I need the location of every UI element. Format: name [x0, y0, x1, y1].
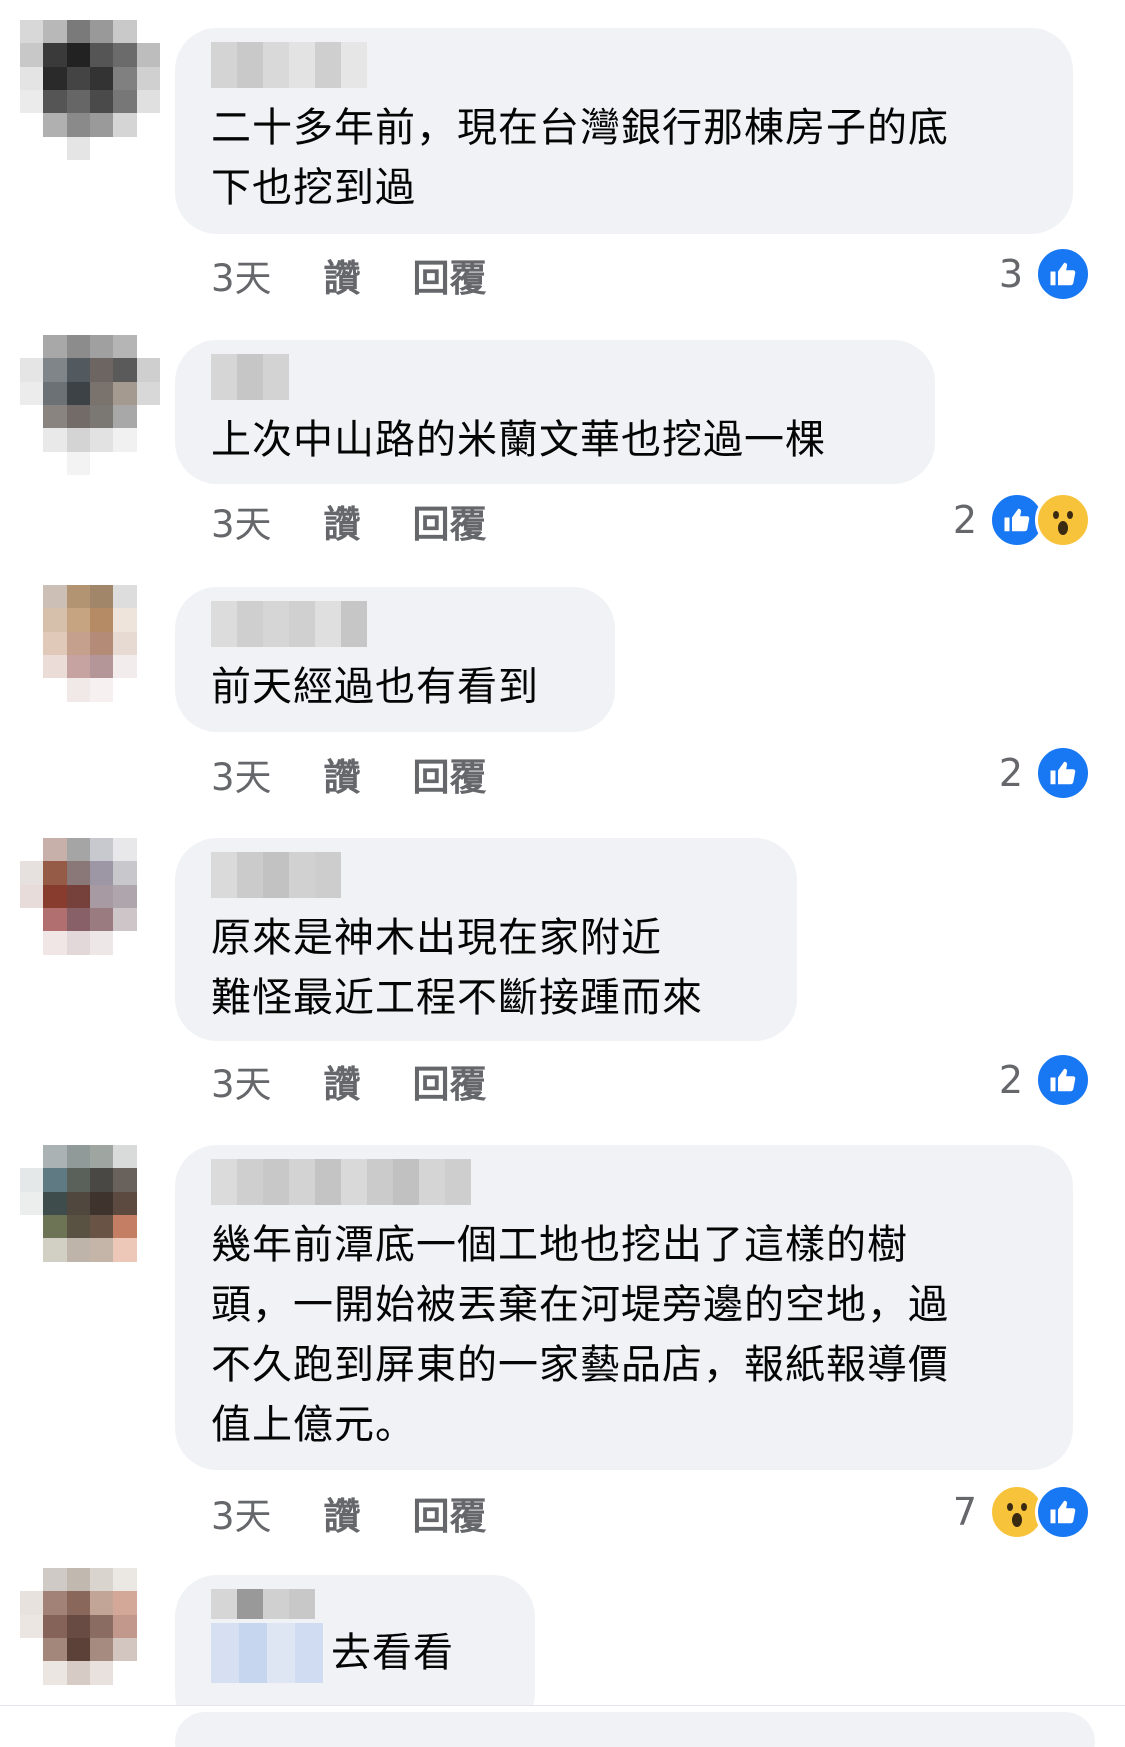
- like-icon: [1035, 246, 1091, 302]
- reply-button[interactable]: 回覆: [413, 1486, 487, 1540]
- comment-text: 原來是神木出現在家附近 難怪最近工程不斷接踵而來: [211, 915, 703, 1021]
- reaction-summary[interactable]: 3: [999, 246, 1091, 302]
- reaction-summary[interactable]: 2: [999, 1052, 1091, 1108]
- comment-bubble[interactable]: 原來是神木出現在家附近 難怪最近工程不斷接踵而來: [175, 838, 797, 1041]
- like-icon: [1035, 1052, 1091, 1108]
- reply-button[interactable]: 回覆: [413, 747, 487, 801]
- like-icon: [1035, 1484, 1091, 1540]
- commenter-name-blurred[interactable]: [211, 601, 579, 647]
- like-button[interactable]: 讚: [324, 494, 361, 548]
- comment-time[interactable]: 3天: [211, 1486, 272, 1540]
- reaction-summary[interactable]: 2: [953, 492, 1091, 548]
- comment-actions: 3天 讚 回覆: [211, 1054, 487, 1108]
- like-button[interactable]: 讚: [324, 1054, 361, 1108]
- comment-actions: 3天 讚 回覆: [211, 747, 487, 801]
- comment-time[interactable]: 3天: [211, 747, 272, 801]
- like-button[interactable]: 讚: [324, 747, 361, 801]
- comment-bubble[interactable]: 上次中山路的米蘭文華也挖過一棵: [175, 340, 935, 484]
- comment-bubble[interactable]: 幾年前潭底一個工地也挖出了這樣的樹 頭，一開始被丟棄在河堤旁邊的空地，過 不久跑…: [175, 1145, 1073, 1470]
- avatar[interactable]: [20, 838, 160, 978]
- comment-composer-input[interactable]: [175, 1712, 1095, 1747]
- avatar[interactable]: [20, 585, 160, 725]
- reaction-count: 3: [998, 252, 1023, 296]
- comment-text: 二十多年前，現在台灣銀行那棟房子的底 下也挖到過: [211, 105, 949, 211]
- comment-actions: 3天 讚 回覆: [211, 1486, 487, 1540]
- comment-time[interactable]: 3天: [211, 248, 272, 302]
- avatar[interactable]: [20, 335, 160, 475]
- reaction-summary[interactable]: 7: [953, 1484, 1091, 1540]
- wow-icon: [1035, 492, 1091, 548]
- comment-text: 去看看: [331, 1630, 454, 1676]
- commenter-name-blurred[interactable]: [211, 1159, 1037, 1205]
- commenter-name-blurred[interactable]: [211, 852, 761, 898]
- avatar[interactable]: [20, 1145, 160, 1285]
- avatar[interactable]: [20, 1568, 160, 1708]
- reply-button[interactable]: 回覆: [413, 1054, 487, 1108]
- reaction-summary[interactable]: 2: [999, 745, 1091, 801]
- reaction-count: 7: [952, 1490, 977, 1534]
- comment-bubble[interactable]: 二十多年前，現在台灣銀行那棟房子的底 下也挖到過: [175, 28, 1073, 234]
- like-icon: [1035, 745, 1091, 801]
- comment-time[interactable]: 3天: [211, 1054, 272, 1108]
- tagged-name-blurred[interactable]: [211, 1623, 323, 1683]
- commenter-name-blurred[interactable]: [211, 354, 899, 400]
- avatar[interactable]: [20, 20, 160, 160]
- comment-text: 幾年前潭底一個工地也挖出了這樣的樹 頭，一開始被丟棄在河堤旁邊的空地，過 不久跑…: [211, 1222, 949, 1448]
- reaction-count: 2: [998, 1058, 1023, 1102]
- comment-thread: 二十多年前，現在台灣銀行那棟房子的底 下也挖到過 3天 讚 回覆 3 上次中山路…: [0, 0, 1125, 1747]
- commenter-name-blurred[interactable]: [211, 42, 1037, 88]
- reaction-count: 2: [998, 751, 1023, 795]
- reply-button[interactable]: 回覆: [413, 494, 487, 548]
- comment-actions: 3天 讚 回覆: [211, 494, 487, 548]
- comment-text: 上次中山路的米蘭文華也挖過一棵: [211, 417, 826, 463]
- reply-button[interactable]: 回覆: [413, 248, 487, 302]
- like-button[interactable]: 讚: [324, 1486, 361, 1540]
- commenter-name-blurred[interactable]: [211, 1589, 499, 1619]
- comment-actions: 3天 讚 回覆: [211, 248, 487, 302]
- reaction-count: 2: [952, 498, 977, 542]
- like-button[interactable]: 讚: [324, 248, 361, 302]
- comment-bubble[interactable]: 前天經過也有看到: [175, 587, 615, 732]
- comment-time[interactable]: 3天: [211, 494, 272, 548]
- comment-text: 前天經過也有看到: [211, 664, 539, 710]
